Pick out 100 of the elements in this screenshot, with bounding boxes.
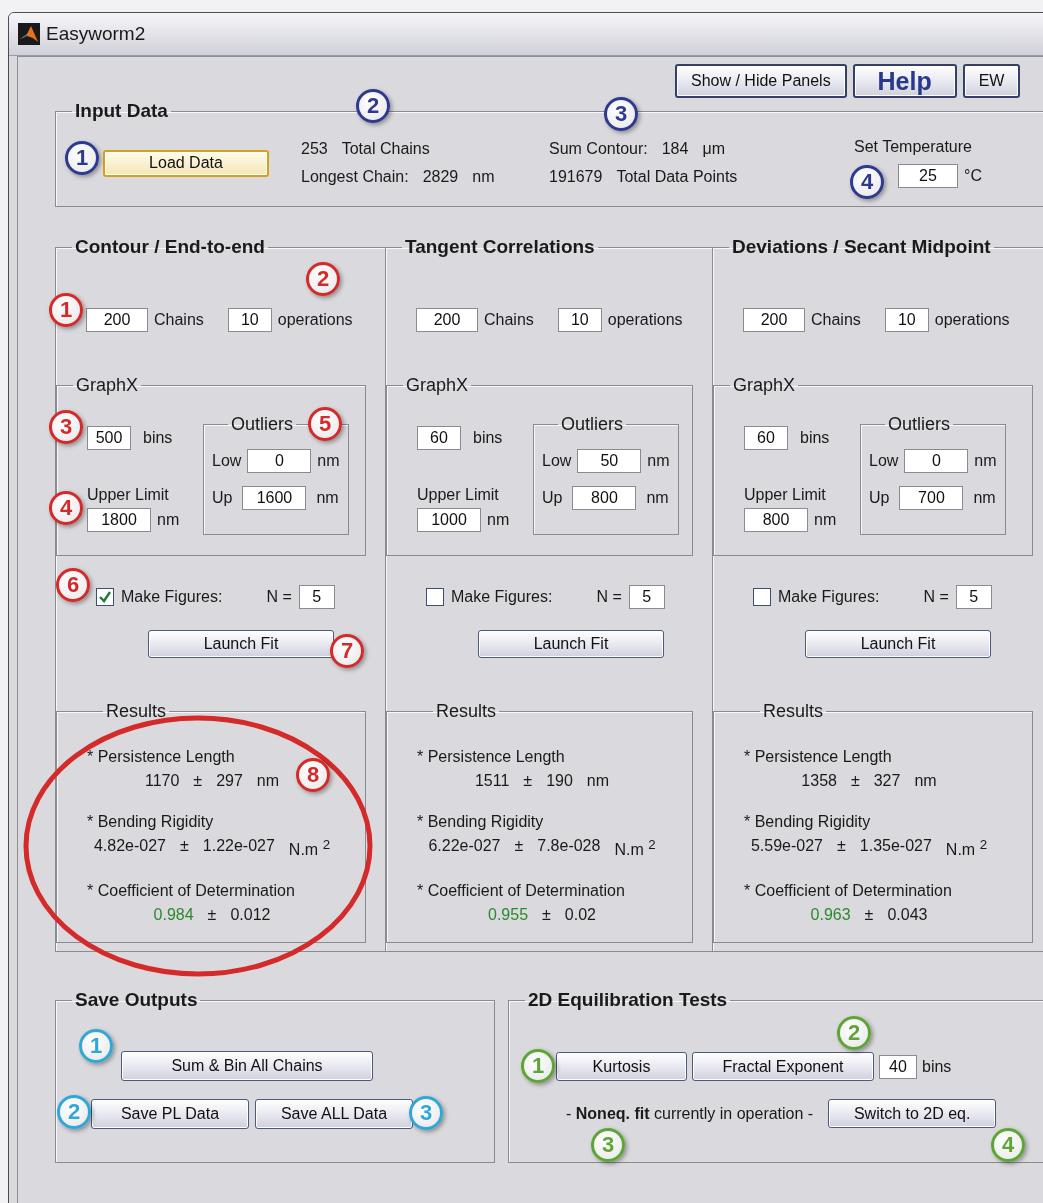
unit-label: N.m $^{2}$: [288, 837, 331, 860]
fractal-exponent-button[interactable]: Fractal Exponent: [692, 1052, 874, 1082]
checkbox[interactable]: [96, 588, 114, 606]
checkbox-label: Make Figures:: [778, 588, 880, 606]
result-value: 1511: [474, 772, 510, 790]
field-label: Up: [869, 489, 890, 507]
bins-field[interactable]: 60: [744, 426, 788, 450]
group-title: Results: [105, 701, 168, 722]
unit-label: nm: [586, 772, 610, 790]
toolbar-button[interactable]: EW: [962, 64, 1021, 98]
low-field[interactable]: 0: [904, 449, 969, 473]
load-data-button[interactable]: Load Data: [103, 149, 269, 177]
chains-field[interactable]: 200: [86, 308, 148, 332]
field-label: operations: [277, 311, 353, 329]
result-title: * Persistence Length: [417, 748, 566, 766]
plus-minus: ±: [864, 906, 874, 925]
n-field[interactable]: 5: [298, 585, 335, 609]
result-value: 0.984: [153, 906, 194, 925]
low-field[interactable]: 50: [577, 449, 642, 473]
n-field[interactable]: 5: [628, 585, 665, 609]
result-error: 0.02: [564, 906, 596, 925]
bins-field[interactable]: 500: [87, 426, 131, 450]
launch-fit-button[interactable]: Launch Fit: [805, 630, 991, 658]
unit-label: nm: [487, 511, 510, 529]
panel-title: Input Data: [74, 100, 169, 122]
field-label: Up: [542, 489, 563, 507]
switch-button[interactable]: Switch to 2D eq.: [828, 1099, 997, 1129]
save-button[interactable]: Save ALL Data: [255, 1099, 413, 1130]
upper-limit-field[interactable]: 800: [744, 508, 808, 532]
toolbar-button[interactable]: Help: [852, 64, 957, 98]
panel-title: 2D Equilibration Tests: [527, 989, 729, 1012]
n-field[interactable]: 5: [955, 585, 992, 609]
kurtosis-button[interactable]: Kurtosis: [556, 1052, 687, 1082]
launch-fit-button[interactable]: Launch Fit: [478, 630, 664, 658]
stat-text: Longest Chain:: [301, 168, 409, 186]
result-value: 0.955: [488, 906, 529, 925]
result-value: 1170: [144, 772, 180, 790]
checkbox-label: Make Figures:: [451, 588, 553, 606]
up-field[interactable]: 1600: [242, 486, 307, 510]
field-label: N =: [923, 588, 949, 606]
stat-text: μm: [702, 140, 725, 158]
result-title: * Persistence Length: [87, 748, 236, 766]
result-error: 0.012: [230, 906, 271, 925]
operations-field[interactable]: 10: [557, 308, 602, 332]
stat-text: 253: [301, 140, 328, 158]
stat-text: nm: [472, 168, 495, 186]
chains-field[interactable]: 200: [743, 308, 805, 332]
unit-label: °C: [964, 167, 982, 185]
field-label: Low: [869, 452, 899, 470]
result-error: 1.35e-027: [859, 837, 932, 856]
result-title: * Bending Rigidity: [417, 813, 545, 831]
result-error: 297: [216, 772, 243, 790]
status-text: - Noneq. fit currently in operation -: [566, 1104, 814, 1123]
group-title: Outliers: [230, 414, 294, 435]
field-label: N =: [596, 588, 622, 606]
unit-label: nm: [647, 452, 670, 470]
field-label: Up: [212, 489, 233, 507]
window-title: Easyworm2: [46, 23, 146, 45]
operations-field[interactable]: 10: [884, 308, 929, 332]
result-value: 1358: [801, 772, 837, 790]
result-value: 4.82e-027: [93, 837, 166, 856]
upper-limit-field[interactable]: 1800: [87, 508, 151, 532]
checkbox[interactable]: [426, 588, 444, 606]
bins-field[interactable]: 40: [879, 1054, 917, 1079]
plus-minus: ±: [542, 906, 551, 925]
result-error: 7.8e-028: [537, 837, 601, 856]
chains-field[interactable]: 200: [416, 308, 478, 332]
launch-fit-button[interactable]: Launch Fit: [148, 630, 334, 658]
temperature-field[interactable]: 25: [898, 164, 958, 188]
field-label: bins: [143, 429, 173, 447]
panel-title: Save Outputs: [74, 989, 199, 1012]
unit-label: nm: [973, 489, 996, 507]
bins-field[interactable]: 60: [417, 426, 461, 450]
field-label: bins: [922, 1057, 952, 1076]
checkbox[interactable]: [753, 588, 771, 606]
sum-bin-button[interactable]: Sum & Bin All Chains: [121, 1051, 373, 1082]
result-value: 5.59e-027: [750, 837, 823, 856]
result-title: * Bending Rigidity: [744, 813, 872, 831]
toolbar-button[interactable]: Show / Hide Panels: [675, 64, 847, 98]
plus-minus: ±: [193, 772, 203, 790]
up-field[interactable]: 800: [572, 486, 637, 510]
field-label: Low: [212, 452, 242, 470]
field-label: operations: [607, 311, 683, 329]
up-field[interactable]: 700: [899, 486, 964, 510]
group-title: Results: [762, 701, 825, 722]
result-error: 0.043: [887, 906, 928, 925]
save-button[interactable]: Save PL Data: [91, 1099, 249, 1130]
group-title: Outliers: [560, 414, 624, 435]
low-field[interactable]: 0: [247, 449, 312, 473]
result-title: * Persistence Length: [744, 748, 893, 766]
plus-minus: ±: [514, 837, 524, 856]
upper-limit-field[interactable]: 1000: [417, 508, 481, 532]
result-title: * Coefficient of Determination: [87, 882, 296, 901]
result-error: 1.22e-027: [202, 837, 275, 856]
unit-label: nm: [646, 489, 669, 507]
unit-label: nm: [914, 772, 937, 790]
field-label: Low: [542, 452, 572, 470]
operations-field[interactable]: 10: [227, 308, 272, 332]
group-title: GraphX: [405, 375, 470, 396]
field-label: operations: [934, 311, 1010, 329]
